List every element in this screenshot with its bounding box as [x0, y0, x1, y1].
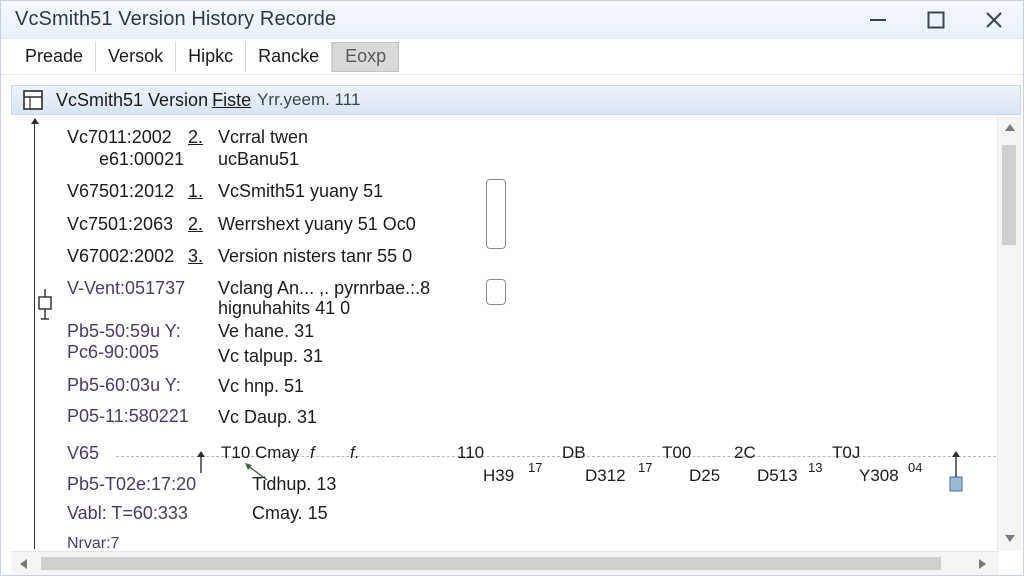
row-desc: VcSmith51 yuany 51: [218, 181, 384, 201]
row-num[interactable]: 3.: [188, 246, 203, 267]
timeline-mark: 110: [457, 443, 485, 462]
scroll-up-icon[interactable]: [1004, 123, 1016, 133]
timeline-mark: 2C: [734, 443, 756, 462]
scroll-right-icon[interactable]: [977, 558, 987, 570]
horizontal-scroll-thumb[interactable]: [41, 557, 941, 570]
minimize-button[interactable]: [849, 1, 907, 39]
expander-icon[interactable]: [37, 289, 53, 321]
row-num[interactable]: 2.: [188, 127, 203, 148]
horizontal-scrollbar[interactable]: [11, 551, 999, 575]
timeline-bottom-mark: D312: [585, 466, 626, 485]
row-desc: Vclang An... ,. pyrnrbae.:.8: [218, 278, 431, 298]
panel-icon[interactable]: [22, 89, 44, 111]
panel-header: VcSmith51 Version Fiste Yrr.yeem. 111: [11, 85, 1021, 115]
tab-hipkc[interactable]: Hipkc: [176, 41, 247, 72]
version-checkbox[interactable]: [486, 279, 506, 305]
maximize-button[interactable]: [907, 1, 965, 39]
row-desc: Vc talpup. 31: [218, 346, 324, 366]
row-id[interactable]: Vc7501:2063: [67, 214, 173, 235]
version-selector-box[interactable]: [486, 179, 506, 249]
row-desc: hignuhahits 41 0: [218, 298, 351, 318]
row-id[interactable]: e61:00021: [99, 149, 184, 170]
row-id[interactable]: Pb5-60:03u Y:: [67, 375, 181, 396]
row-desc: Werrshext yuany 51 Oc0: [218, 214, 416, 234]
row-id[interactable]: Vc7011:2002: [67, 127, 172, 148]
timeline-mark: T0J: [832, 443, 861, 462]
timeline-mark: DB: [562, 443, 586, 462]
panel-title-link[interactable]: Fiste: [212, 90, 251, 110]
timeline-bottom-sup: 13: [808, 460, 823, 475]
row-num[interactable]: 1.: [188, 181, 203, 202]
row-id[interactable]: V67002:2002: [67, 246, 174, 267]
row-desc: Vcrral twen: [218, 127, 309, 147]
row-desc: Ve hane. 31: [218, 321, 315, 341]
maximize-icon: [927, 11, 945, 29]
row-id[interactable]: Pb5-50:59u Y:: [67, 321, 181, 342]
timeline-f-label: f.: [350, 443, 360, 462]
row-id[interactable]: Nrvar:7: [67, 535, 119, 551]
timeline-end-marker-icon[interactable]: [949, 451, 963, 493]
title-bar: VcSmith51 Version History Recorde: [1, 1, 1023, 39]
app-window: VcSmith51 Version History Recorde Preade…: [0, 0, 1024, 576]
row-desc: Vc hnp. 51: [218, 376, 305, 396]
row-id[interactable]: P05-11:580221: [67, 406, 189, 427]
row-desc: ucBanu51: [218, 149, 300, 169]
row-id[interactable]: Vabl: T=60:333: [67, 503, 188, 524]
scroll-left-icon[interactable]: [19, 558, 29, 570]
window-title: VcSmith51 Version History Recorde: [15, 8, 337, 30]
timeline-bottom-mark: Y308: [859, 466, 899, 485]
row-desc: Cmay. 15: [252, 503, 328, 523]
timeline-row-label: V65: [67, 443, 100, 463]
row-id[interactable]: V-Vent:051737: [67, 278, 185, 299]
timeline-marker-icon: [197, 451, 205, 473]
timeline-bottom-mark: D513: [757, 466, 798, 485]
timeline-bottom-mark: D25: [689, 466, 721, 485]
scroll-down-icon[interactable]: [1004, 533, 1016, 543]
row-desc: Tidhup. 13: [252, 474, 337, 494]
tree-up-arrow-icon: [31, 118, 39, 124]
timeline-start-label: T10 Cmay: [221, 443, 300, 462]
row-desc: Vc Daup. 31: [218, 407, 318, 427]
timeline-bottom-sup: 17: [638, 460, 653, 475]
vertical-scrollbar[interactable]: [997, 117, 1021, 551]
panel-title: VcSmith51 Version Fiste: [56, 90, 251, 111]
row-id[interactable]: V67501:2012: [67, 181, 174, 202]
tab-rancke[interactable]: Rancke: [246, 41, 333, 72]
minimize-icon: [870, 19, 886, 21]
row-id[interactable]: Pb5-T02e:17:20: [67, 474, 196, 495]
panel-title-text: VcSmith51 Version: [56, 89, 209, 110]
tab-eoxp[interactable]: Eoxp: [332, 41, 400, 72]
close-icon: [986, 12, 1002, 28]
tree-connector-line: [34, 119, 35, 549]
timeline-bottom-sup: 04: [908, 460, 923, 475]
tab-preade[interactable]: Preade: [13, 41, 97, 72]
timeline-bottom-sup: 17: [528, 460, 543, 475]
history-list: Vc7011:2002 2. Vcrral twen e61:00021 ucB…: [11, 117, 999, 551]
tab-versok[interactable]: Versok: [96, 41, 177, 72]
row-desc: Version nisters tanr 55 0: [218, 246, 413, 266]
row-num[interactable]: 2.: [188, 214, 203, 235]
timeline-bottom-mark: H39: [483, 466, 515, 485]
timeline-f-label: f: [310, 443, 315, 462]
timeline-mark: T00: [662, 443, 692, 462]
panel-subtitle: Yrr.yeem. 111: [257, 90, 361, 109]
toolbar: Preade Versok Hipkc Rancke Eoxp: [1, 39, 1023, 75]
vertical-scroll-thumb[interactable]: [1002, 145, 1016, 245]
window-controls: [849, 1, 1023, 39]
close-button[interactable]: [965, 1, 1023, 39]
row-id[interactable]: Pc6-90:005: [67, 342, 159, 363]
